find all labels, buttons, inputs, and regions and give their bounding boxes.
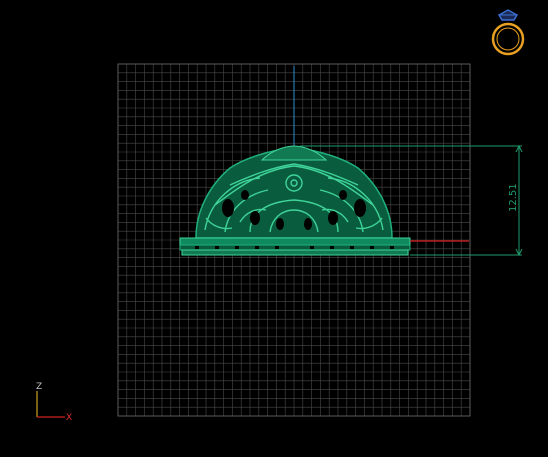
x-axis-label: X [66, 413, 72, 423]
z-axis-label: Z [36, 382, 42, 392]
axis-gizmo: Z X [36, 382, 72, 423]
ring-icon[interactable] [491, 9, 525, 56]
3d-viewport[interactable]: 12.51 Z X [0, 0, 548, 453]
height-dimension-value: 12.51 [508, 183, 519, 212]
viewport-canvas[interactable]: 12.51 Z X [0, 0, 548, 453]
